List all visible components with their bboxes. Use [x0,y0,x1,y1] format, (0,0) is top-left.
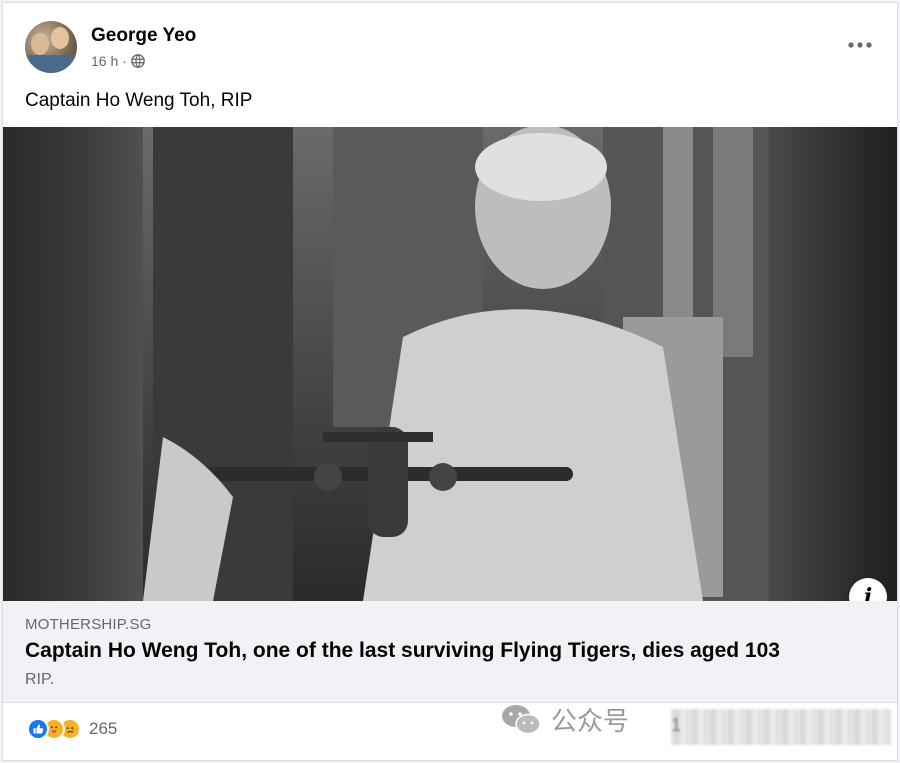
reaction-count: 265 [89,719,118,738]
reactions-summary[interactable]: 265 [27,718,117,740]
globe-icon[interactable] [131,54,145,68]
obscured-digit: 1 [671,715,682,735]
post-time[interactable]: 16 h [91,53,118,69]
watermark-text: 公众号 [551,707,630,737]
post-text: Captain Ho Weng Toh, RIP [25,90,253,111]
like-icon [27,718,49,740]
post-header: George Yeo 16 h · [3,3,897,81]
link-preview[interactable]: MOTHERSHIP.SG Captain Ho Weng Toh, one o… [3,601,897,703]
wechat-icon [501,703,541,737]
more-options-button[interactable] [843,33,877,57]
photo-blur-left [3,127,143,601]
more-options-icon [848,42,872,48]
post-card: George Yeo 16 h · Captain Ho Weng Toh, R… [2,2,898,761]
author-avatar[interactable] [25,21,77,73]
link-subtitle: RIP. [25,671,55,688]
photo-blur-right [769,127,897,601]
author-name[interactable]: George Yeo [91,25,196,47]
photo-scene [143,127,769,601]
link-title[interactable]: Captain Ho Weng Toh, one of the last sur… [25,639,780,663]
watermark: 公众号 [501,701,629,738]
link-domain: MOTHERSHIP.SG [25,616,152,633]
obscured-text: 1 [671,709,891,745]
link-preview-image[interactable] [3,127,897,601]
post-meta: 16 h · [91,53,145,69]
